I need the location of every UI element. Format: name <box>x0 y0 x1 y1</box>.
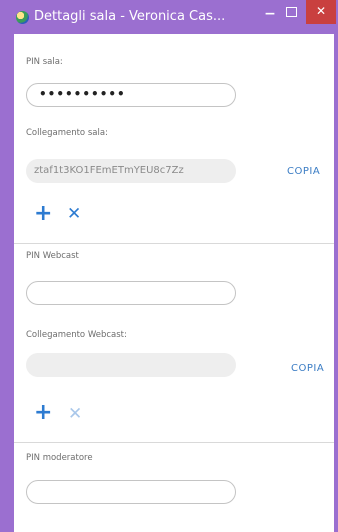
window-frame-right <box>334 0 338 532</box>
webcast-link-label: Collegamento Webcast: <box>26 330 127 340</box>
maximize-button[interactable] <box>286 7 297 17</box>
room-copy-button[interactable]: COPIA <box>287 166 320 177</box>
room-link-label: Collegamento sala: <box>26 128 108 138</box>
minimize-button[interactable]: − <box>262 6 278 22</box>
title-bar[interactable]: Dettagli sala - Veronica Cas... − ✕ <box>0 0 338 34</box>
room-add-icon[interactable]: + <box>34 203 52 225</box>
section-divider <box>14 243 334 244</box>
section-divider-2 <box>14 442 334 443</box>
room-pin-field[interactable]: •••••••••• <box>26 83 236 107</box>
moderator-pin-field[interactable] <box>26 480 236 504</box>
webcast-remove-icon: ✕ <box>68 404 83 424</box>
window-title: Dettagli sala - Veronica Cas... <box>34 9 226 24</box>
content-panel: PIN sala: •••••••••• Collegamento sala: … <box>14 34 334 532</box>
close-button[interactable]: ✕ <box>306 0 336 24</box>
webcast-link-field[interactable] <box>26 353 236 377</box>
room-pin-label: PIN sala: <box>26 57 63 67</box>
app-logo-icon <box>16 11 29 24</box>
webcast-pin-field[interactable] <box>26 281 236 305</box>
webcast-add-icon[interactable]: + <box>34 402 52 424</box>
window-frame-left <box>0 0 14 532</box>
room-remove-icon[interactable]: ✕ <box>67 204 81 224</box>
webcast-pin-label: PIN Webcast <box>26 251 79 261</box>
room-link-field[interactable]: ztaf1t3KO1FEmETmYEU8c7Zz <box>26 159 236 183</box>
room-details-window: Dettagli sala - Veronica Cas... − ✕ PIN … <box>0 0 338 532</box>
webcast-copy-button[interactable]: COPIA <box>291 363 324 374</box>
moderator-pin-label: PIN moderatore <box>26 453 93 463</box>
